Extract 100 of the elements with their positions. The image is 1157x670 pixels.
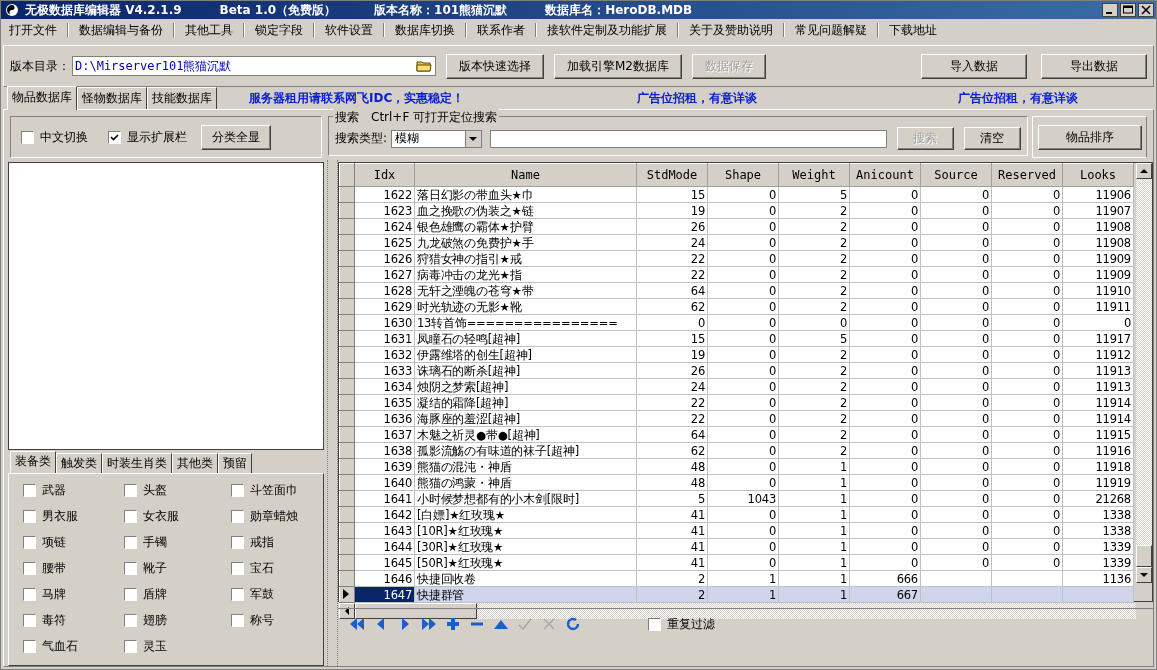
search-field[interactable] [489, 129, 887, 148]
checkbox[interactable]: 男衣服 [23, 508, 124, 525]
last-record-icon[interactable] [420, 615, 438, 633]
column-header[interactable]: Looks [1062, 163, 1134, 187]
checkbox[interactable]: 翅膀 [124, 612, 225, 629]
table-cell: 11912 [1095, 347, 1131, 362]
table-cell: 2 [839, 395, 847, 410]
table-cell: 22 [690, 395, 705, 410]
checkbox[interactable]: 军鼓 [231, 586, 321, 603]
show-all-button[interactable]: 分类全显 [201, 124, 271, 150]
checkbox[interactable]: 戒指 [231, 534, 321, 551]
checkbox[interactable]: 气血石 [23, 638, 124, 655]
table-cell: 0 [981, 475, 989, 490]
refresh-icon[interactable] [564, 615, 582, 633]
column-header[interactable]: Shape [707, 163, 779, 187]
table-cell: 1638 [383, 443, 412, 458]
table-cell: 64 [690, 283, 705, 298]
checkbox[interactable]: 毒符 [23, 612, 124, 629]
scroll-up-icon[interactable] [1140, 169, 1148, 173]
first-record-icon[interactable] [348, 615, 366, 633]
table-cell: 2 [839, 379, 847, 394]
toolbar-button[interactable]: 加载引擎M2数据库 [554, 53, 682, 79]
tab[interactable]: 其他类 [172, 453, 218, 473]
table-cell: 24 [690, 235, 705, 250]
table-cell: 0 [768, 203, 776, 218]
column-header[interactable]: Name [414, 163, 637, 187]
maximize-icon[interactable] [1120, 3, 1136, 17]
checkbox[interactable]: 靴子 [124, 560, 225, 577]
table-cell: 0 [910, 507, 918, 522]
column-header[interactable]: StdMode [636, 163, 708, 187]
scrollbar-track[interactable] [339, 603, 1136, 619]
scroll-thumb[interactable] [1136, 545, 1152, 567]
plus-icon[interactable] [444, 615, 462, 633]
menu-item[interactable]: 打开文件 [5, 21, 61, 39]
tab[interactable]: 触发类 [56, 453, 102, 473]
table-cell: 1643 [383, 523, 412, 538]
menu-item[interactable]: 接软件定制及功能扩展 [543, 21, 671, 39]
checkbox[interactable]: 宝石 [231, 560, 321, 577]
checkbox[interactable]: 女衣服 [124, 508, 225, 525]
scroll-down-icon[interactable] [1140, 573, 1148, 577]
checkbox[interactable]: 盾牌 [124, 586, 225, 603]
toolbar-button[interactable]: 导入数据 [921, 53, 1027, 79]
menu-item[interactable]: 其他工具 [181, 21, 237, 39]
checkbox[interactable]: 灵玉 [124, 638, 225, 655]
minimize-icon[interactable] [1102, 3, 1118, 17]
table-cell: 1 [839, 475, 847, 490]
checkbox[interactable]: 马牌 [23, 586, 124, 603]
checkbox[interactable]: 勋章蜡烛 [231, 508, 321, 525]
close-icon[interactable] [1138, 3, 1154, 17]
tab[interactable]: 预留 [218, 453, 252, 473]
menu-item[interactable]: 联系作者 [473, 21, 529, 39]
toolbar-button[interactable]: 版本快速选择 [446, 53, 544, 79]
tab[interactable]: 怪物数据库 [77, 87, 147, 109]
column-header[interactable]: Weight [778, 163, 850, 187]
table-cell: 0 [910, 539, 918, 554]
checkbox[interactable]: 斗笠面巾 [231, 482, 321, 499]
table-cell: 0 [768, 411, 776, 426]
checkbox[interactable]: 重复过滤 [648, 615, 715, 633]
column-header[interactable]: Anicount [849, 163, 921, 187]
menu-item[interactable]: 数据库切换 [391, 21, 459, 39]
checkbox[interactable]: 称号 [231, 612, 321, 629]
checkbox[interactable]: 手镯 [124, 534, 225, 551]
scroll-left-icon[interactable] [345, 607, 349, 615]
checkbox[interactable]: 中文切换 [21, 128, 88, 146]
column-header[interactable]: Idx [354, 163, 415, 187]
checkbox[interactable]: 头盔 [124, 482, 225, 499]
menu-item[interactable]: 下载地址 [885, 21, 941, 39]
search-button[interactable]: 清空 [963, 127, 1021, 150]
menu-item[interactable]: 锁定字段 [251, 21, 307, 39]
table-cell: 1339 [1102, 555, 1131, 570]
search-type-dropdown[interactable]: 模糊 [391, 129, 482, 148]
sort-button[interactable]: 物品排序 [1037, 124, 1142, 150]
window-title: Beta 1.0（免费版） [219, 1, 337, 19]
scroll-thumb[interactable] [355, 603, 477, 619]
tab[interactable]: 时装生肖类 [102, 453, 172, 473]
menu-item[interactable]: 软件设置 [321, 21, 377, 39]
table-cell: 1136 [1102, 571, 1131, 586]
folder-icon[interactable] [416, 60, 432, 72]
menu-item[interactable]: 数据编辑与备份 [75, 21, 167, 39]
column-header[interactable]: Source [920, 163, 992, 187]
tab[interactable]: 装备类 [10, 451, 56, 473]
checkbox[interactable]: 武器 [23, 482, 124, 499]
table-cell: 0 [981, 507, 989, 522]
table-cell: 孤影流觞の有味道的袜子[超神] [417, 443, 579, 458]
table-cell: 0 [981, 203, 989, 218]
column-header[interactable]: Reserved [991, 163, 1063, 187]
table-cell: 0 [981, 459, 989, 474]
tab[interactable]: 物品数据库 [7, 86, 77, 110]
checkbox[interactable]: 腰带 [23, 560, 124, 577]
tab[interactable]: 技能数据库 [147, 87, 217, 109]
path-field[interactable]: D:\Mirserver101熊猫沉默 [72, 56, 436, 76]
menu-item[interactable]: 关于及赞助说明 [685, 21, 777, 39]
table-cell: 1 [839, 539, 847, 554]
checkbox[interactable]: 项链 [23, 534, 124, 551]
table-cell: 1 [839, 491, 847, 506]
menu-item[interactable]: 常见问题解疑 [791, 21, 871, 39]
checkbox[interactable]: 显示扩展栏 [108, 128, 187, 146]
table-cell: 无轩之湮魄の苍穹★带 [417, 283, 534, 298]
toolbar-button[interactable]: 导出数据 [1041, 53, 1147, 79]
table-cell: 11909 [1095, 251, 1131, 266]
